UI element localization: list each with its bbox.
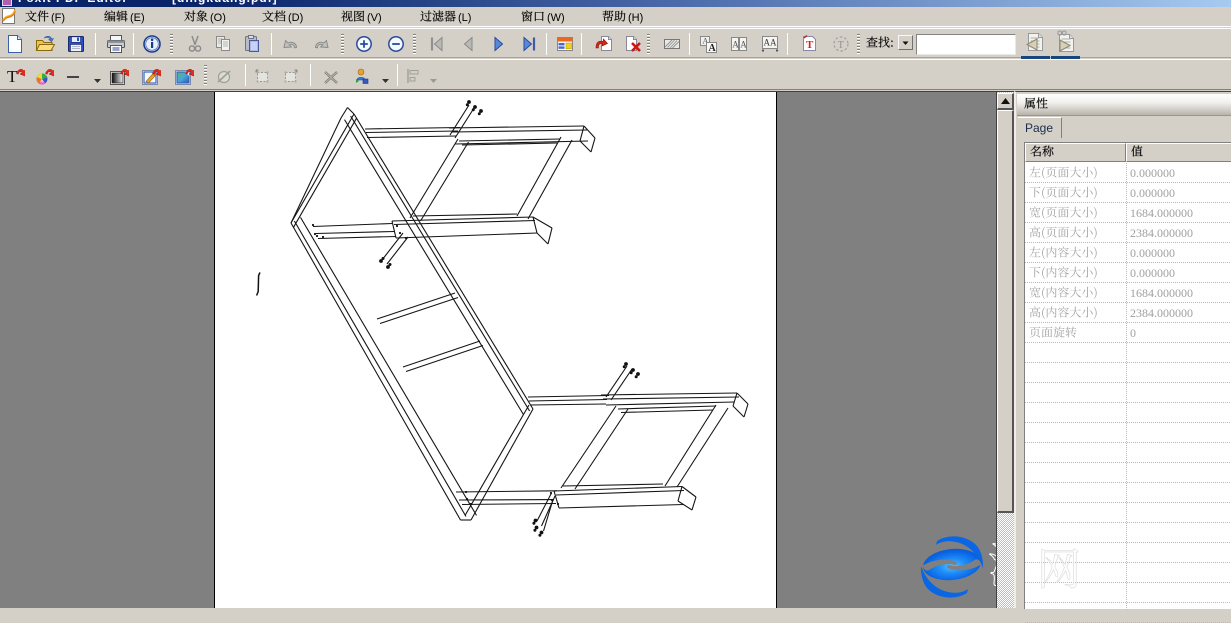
svg-text:T: T bbox=[7, 67, 18, 86]
svg-text:A: A bbox=[732, 40, 739, 50]
svg-text:A: A bbox=[740, 40, 747, 50]
svg-text:AA: AA bbox=[764, 38, 777, 48]
svg-text:T: T bbox=[806, 39, 814, 51]
svg-text:T: T bbox=[838, 40, 844, 51]
svg-text:A: A bbox=[709, 43, 717, 54]
